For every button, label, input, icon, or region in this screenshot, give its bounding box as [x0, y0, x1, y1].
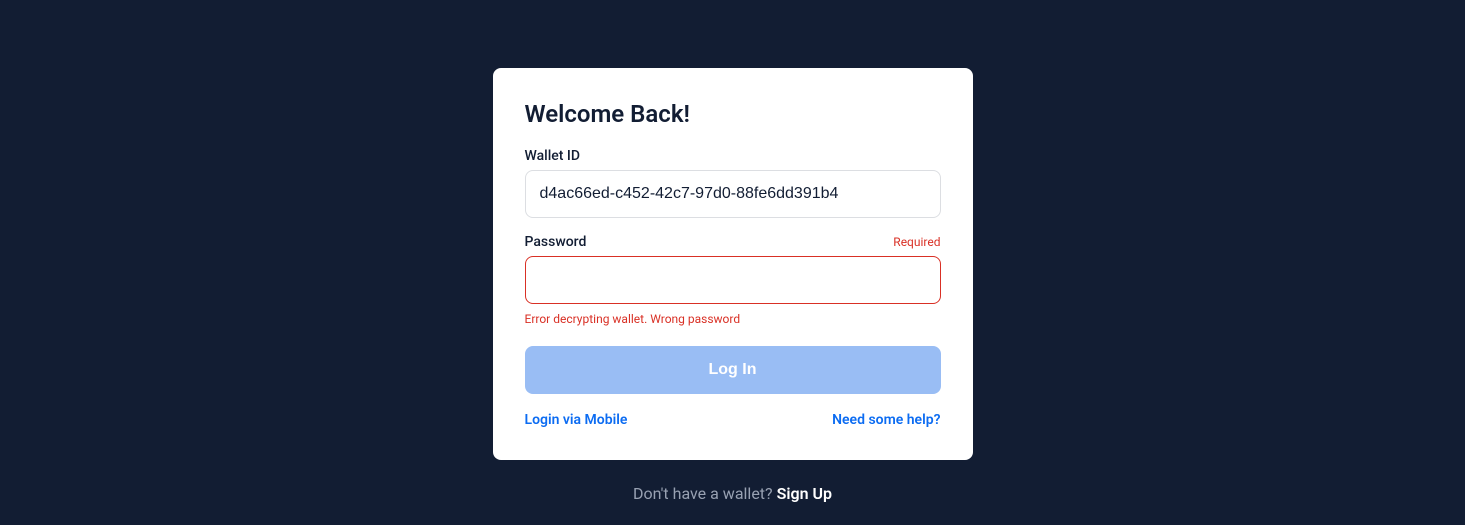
wallet-id-label-row: Wallet ID	[525, 148, 941, 164]
password-label: Password	[525, 234, 587, 250]
card-heading: Welcome Back!	[525, 100, 941, 128]
links-row: Login via Mobile Need some help?	[525, 412, 941, 428]
login-via-mobile-link[interactable]: Login via Mobile	[525, 412, 628, 428]
password-label-row: Password Required	[525, 234, 941, 250]
login-button[interactable]: Log In	[525, 346, 941, 394]
wallet-id-input[interactable]	[525, 170, 941, 218]
password-required-tag: Required	[893, 235, 940, 249]
password-field-group: Password Required Error decrypting walle…	[525, 234, 941, 326]
wallet-id-field-group: Wallet ID	[525, 148, 941, 218]
wallet-id-label: Wallet ID	[525, 148, 581, 164]
footer-prompt: Don't have a wallet?	[633, 484, 777, 503]
password-error-message: Error decrypting wallet. Wrong password	[525, 312, 941, 326]
need-help-link[interactable]: Need some help?	[832, 412, 940, 428]
signup-link[interactable]: Sign Up	[777, 484, 832, 503]
footer: Don't have a wallet? Sign Up	[633, 484, 832, 503]
login-card: Welcome Back! Wallet ID Password Require…	[493, 68, 973, 460]
password-input[interactable]	[525, 256, 941, 304]
